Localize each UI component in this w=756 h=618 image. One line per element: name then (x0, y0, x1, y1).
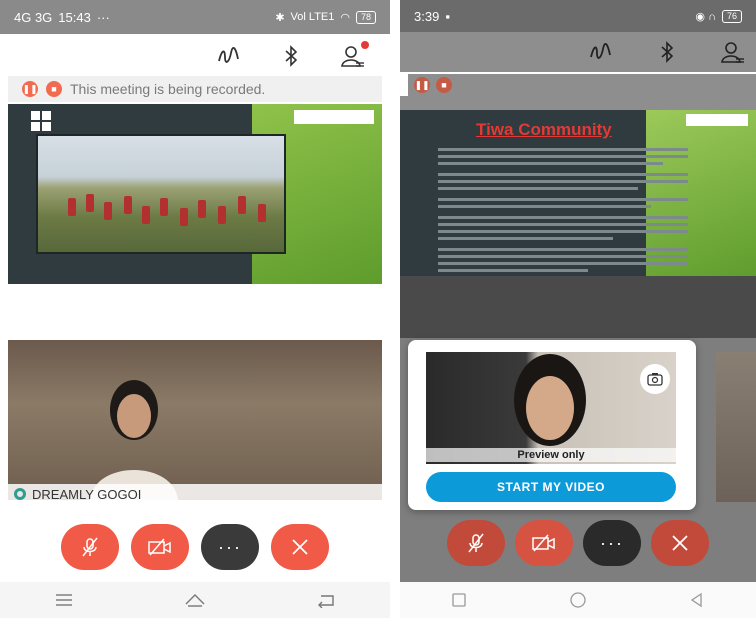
call-controls: ··· (0, 524, 390, 570)
shared-screen[interactable] (8, 104, 382, 284)
meeting-toolbar (0, 36, 390, 76)
slide-logo (686, 114, 748, 126)
recording-controls: ❚❚ ■ (408, 74, 756, 96)
screenshot-divider (390, 0, 400, 618)
volte-indicator: Vol LTE1 (290, 11, 335, 23)
close-icon (292, 539, 308, 555)
right-phone-screen: 3:39 ▪ ◉ ∩ 76 ❚❚ ■ Tiwa Community Previe… (400, 0, 756, 618)
bluetooth-icon[interactable] (654, 39, 680, 65)
slide-logo (294, 110, 374, 124)
mic-off-icon (468, 533, 484, 553)
recents-nav-icon[interactable] (451, 592, 467, 608)
participant-video[interactable] (8, 340, 382, 500)
meeting-background (400, 276, 756, 338)
battery-indicator: 76 (721, 9, 742, 23)
annotate-icon[interactable] (216, 43, 242, 69)
slide-photo (36, 134, 286, 254)
network-icon: ▪ (445, 8, 450, 24)
switch-camera-button[interactable] (640, 364, 670, 394)
wifi-icon: ◠ (340, 11, 350, 24)
participant-figure (90, 380, 178, 500)
participant-status-icon (14, 488, 26, 500)
pause-record-icon[interactable]: ❚❚ (414, 77, 430, 93)
status-icons: ◉ ∩ (695, 10, 716, 23)
clock: 3:39 (414, 8, 440, 24)
recording-banner: ❚❚ ■ This meeting is being recorded. (8, 76, 382, 102)
back-nav-icon[interactable] (317, 592, 335, 608)
switch-camera-icon (647, 373, 663, 386)
video-toggle-button[interactable] (515, 520, 573, 566)
preview-label: Preview only (426, 448, 676, 462)
more-options-button[interactable]: ··· (583, 520, 641, 566)
recording-text: This meeting is being recorded. (70, 81, 266, 97)
more-options-button[interactable]: ··· (201, 524, 259, 570)
slide-text-block (438, 148, 688, 276)
slide-title: Tiwa Community (476, 120, 612, 139)
network-indicator: 4G 3G (14, 9, 53, 25)
annotate-icon[interactable] (588, 39, 614, 65)
notification-more: ··· (96, 9, 110, 25)
participant-name-bar: DREAMLY GOGOI (8, 484, 382, 504)
battery-indicator: 78 (355, 10, 376, 24)
mute-button[interactable] (61, 524, 119, 570)
menu-nav-icon[interactable] (55, 593, 73, 607)
left-phone-screen: 4G 3G 15:43 ··· ✱ Vol LTE1 ◠ 78 ❚❚ ■ Thi… (0, 0, 390, 618)
home-nav-icon[interactable] (184, 592, 206, 608)
mic-off-icon (82, 537, 98, 557)
pause-record-icon[interactable]: ❚❚ (22, 81, 38, 97)
home-nav-icon[interactable] (569, 591, 587, 609)
participant-name: DREAMLY GOGOI (32, 486, 142, 502)
camera-off-icon (148, 538, 171, 556)
toolbar-overlay (400, 96, 756, 110)
status-bar: 4G 3G 15:43 ··· ✱ Vol LTE1 ◠ 78 (0, 0, 390, 34)
video-toggle-button[interactable] (131, 524, 189, 570)
participants-icon[interactable] (720, 39, 746, 65)
participant-video-partial (716, 352, 756, 502)
back-nav-icon[interactable] (689, 592, 705, 608)
bluetooth-status-icon: ✱ (275, 11, 285, 24)
android-nav-bar (0, 582, 390, 618)
stop-record-icon[interactable]: ■ (46, 81, 62, 97)
close-icon (672, 535, 688, 551)
mute-button[interactable] (447, 520, 505, 566)
leave-meeting-button[interactable] (651, 520, 709, 566)
shared-screen[interactable]: Tiwa Community (400, 110, 756, 276)
gallery-view-icon[interactable] (30, 110, 52, 132)
status-bar: 3:39 ▪ ◉ ∩ 76 (400, 0, 756, 32)
start-my-video-button[interactable]: START MY VIDEO (426, 472, 676, 502)
participants-icon[interactable] (340, 41, 369, 69)
call-controls: ··· (400, 520, 756, 566)
stop-record-icon[interactable]: ■ (436, 77, 452, 93)
meeting-toolbar (400, 32, 756, 72)
clock: 15:43 (58, 9, 91, 25)
android-nav-bar (400, 582, 756, 618)
leave-meeting-button[interactable] (271, 524, 329, 570)
notification-dot (361, 41, 369, 49)
video-preview-popup: Preview only START MY VIDEO (408, 340, 696, 510)
bluetooth-icon[interactable] (278, 43, 304, 69)
camera-off-icon (532, 534, 555, 552)
